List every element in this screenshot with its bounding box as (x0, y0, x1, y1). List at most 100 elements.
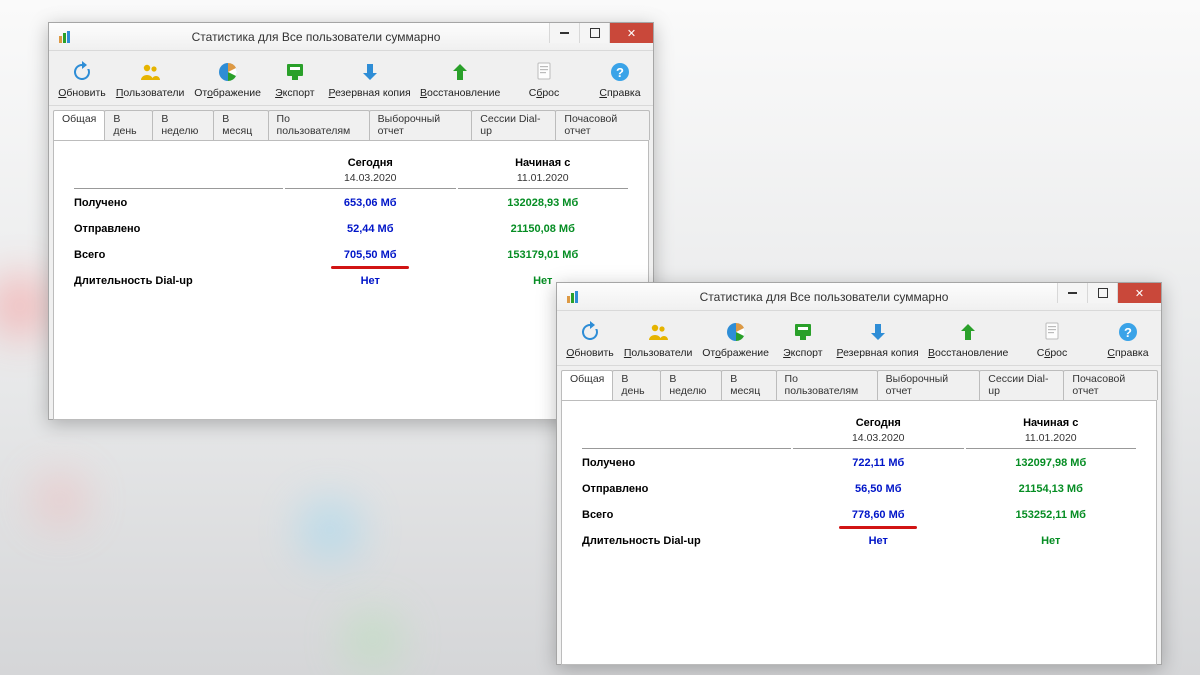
tab-4[interactable]: По пользователям (776, 370, 878, 400)
close-button[interactable] (609, 23, 653, 43)
tab-0[interactable]: Общая (53, 110, 105, 140)
dialup-since: Нет (966, 529, 1137, 553)
app-icon (57, 29, 73, 45)
maximize-button[interactable] (1087, 283, 1117, 303)
tab-6[interactable]: Сессии Dial-up (979, 370, 1064, 400)
tab-5[interactable]: Выборочный отчет (877, 370, 981, 400)
toolbar-reset-button[interactable]: Сброс (517, 57, 571, 101)
row-sent: Отправлено56,50 Мб21154,13 Мб (582, 477, 1136, 501)
header-today: Сегодня (285, 157, 456, 170)
maximize-button[interactable] (579, 23, 609, 43)
stats-window: Статистика для Все пользователи суммарно… (556, 282, 1162, 665)
toolbar-label: Сброс (1037, 347, 1068, 359)
close-button[interactable] (1117, 283, 1161, 303)
export-icon (282, 59, 308, 85)
received-today: 653,06 Мб (285, 191, 456, 215)
tab-1[interactable]: В день (104, 110, 153, 140)
refresh-icon (577, 319, 603, 345)
toolbar-label: Резервная копия (329, 87, 411, 99)
row-sent: Отправлено52,44 Мб21150,08 Мб (74, 217, 628, 241)
row-received: Получено722,11 Мб132097,98 Мб (582, 451, 1136, 475)
tab-2[interactable]: В неделю (660, 370, 722, 400)
help-icon: ? (607, 59, 633, 85)
tab-7[interactable]: Почасовой отчет (1063, 370, 1158, 400)
total-since: 153179,01 Мб (458, 243, 629, 267)
tab-6[interactable]: Сессии Dial-up (471, 110, 556, 140)
minimize-button[interactable] (549, 23, 579, 43)
date-today: 14.03.2020 (793, 432, 964, 449)
users-icon (645, 319, 671, 345)
toolbar-label: Отображение (194, 87, 261, 99)
tab-5[interactable]: Выборочный отчет (369, 110, 473, 140)
toolbar: Обновить Пользователи Отображение Экспорт Ре… (49, 51, 653, 106)
tab-3[interactable]: В месяц (721, 370, 776, 400)
titlebar[interactable]: Статистика для Все пользователи суммарно (49, 23, 653, 51)
toolbar-users-button[interactable]: Пользователи (621, 317, 695, 361)
sent-today: 52,44 Мб (285, 217, 456, 241)
label-total: Всего (74, 243, 283, 267)
toolbar-restore-button[interactable]: Восстановление (417, 57, 503, 101)
toolbar-restore-button[interactable]: Восстановление (925, 317, 1011, 361)
toolbar: Обновить Пользователи Отображение Экспорт Ре… (557, 311, 1161, 366)
titlebar[interactable]: Статистика для Все пользователи суммарно (557, 283, 1161, 311)
toolbar-backup-button[interactable]: Резервная копия (326, 57, 413, 101)
toolbar-label: Экспорт (783, 347, 822, 359)
date-since: 11.01.2020 (966, 432, 1137, 449)
minimize-button[interactable] (1057, 283, 1087, 303)
label-received: Получено (74, 191, 283, 215)
toolbar-backup-button[interactable]: Резервная копия (834, 317, 921, 361)
header-today: Сегодня (793, 417, 964, 430)
toolbar-users-button[interactable]: Пользователи (113, 57, 187, 101)
received-today: 722,11 Мб (793, 451, 964, 475)
label-total: Всего (582, 503, 791, 527)
tab-2[interactable]: В неделю (152, 110, 214, 140)
sent-since: 21150,08 Мб (458, 217, 629, 241)
toolbar-export-button[interactable]: Экспорт (268, 57, 322, 101)
backup-icon (865, 319, 891, 345)
tab-7[interactable]: Почасовой отчет (555, 110, 650, 140)
tab-1[interactable]: В день (612, 370, 661, 400)
toolbar-label: Пользователи (624, 347, 693, 359)
header-since: Начиная с (458, 157, 629, 170)
reset-icon (531, 59, 557, 85)
toolbar-refresh-button[interactable]: Обновить (563, 317, 617, 361)
toolbar-display-button[interactable]: Отображение (191, 57, 264, 101)
sent-today: 56,50 Мб (793, 477, 964, 501)
toolbar-label: Восстановление (928, 347, 1008, 359)
dialup-today: Нет (793, 529, 964, 553)
label-sent: Отправлено (582, 477, 791, 501)
toolbar-label: Справка (1107, 347, 1148, 359)
restore-icon (955, 319, 981, 345)
row-dialup: Длительность Dial-upНетНет (582, 529, 1136, 553)
row-dialup: Длительность Dial-upНетНет (74, 269, 628, 293)
toolbar-label: Резервная копия (837, 347, 919, 359)
total-today: 778,60 Мб (793, 503, 964, 527)
tab-0[interactable]: Общая (561, 370, 613, 400)
label-received: Получено (582, 451, 791, 475)
toolbar-refresh-button[interactable]: Обновить (55, 57, 109, 101)
toolbar-help-button[interactable]: ? Справка (593, 57, 647, 101)
refresh-icon (69, 59, 95, 85)
toolbar-help-button[interactable]: ? Справка (1101, 317, 1155, 361)
header-since: Начиная с (966, 417, 1137, 430)
stats-table: СегодняНачиная с14.03.202011.01.2020 Полу… (580, 415, 1138, 555)
help-icon: ? (1115, 319, 1141, 345)
toolbar-reset-button[interactable]: Сброс (1025, 317, 1079, 361)
toolbar-display-button[interactable]: Отображение (699, 317, 772, 361)
app-icon (565, 289, 581, 305)
display-icon (723, 319, 749, 345)
tab-4[interactable]: По пользователям (268, 110, 370, 140)
toolbar-label: Обновить (566, 347, 614, 359)
dialup-today: Нет (285, 269, 456, 293)
toolbar-label: Обновить (58, 87, 106, 99)
label-dialup: Длительность Dial-up (74, 269, 283, 293)
content-area: СегодняНачиная с14.03.202011.01.2020 Полу… (561, 400, 1157, 665)
label-dialup: Длительность Dial-up (582, 529, 791, 553)
stats-table: СегодняНачиная с14.03.202011.01.2020Полу… (72, 155, 630, 295)
tab-3[interactable]: В месяц (213, 110, 268, 140)
toolbar-label: Справка (599, 87, 640, 99)
toolbar-export-button[interactable]: Экспорт (776, 317, 830, 361)
toolbar-label: Пользователи (116, 87, 185, 99)
received-since: 132028,93 Мб (458, 191, 629, 215)
users-icon (137, 59, 163, 85)
